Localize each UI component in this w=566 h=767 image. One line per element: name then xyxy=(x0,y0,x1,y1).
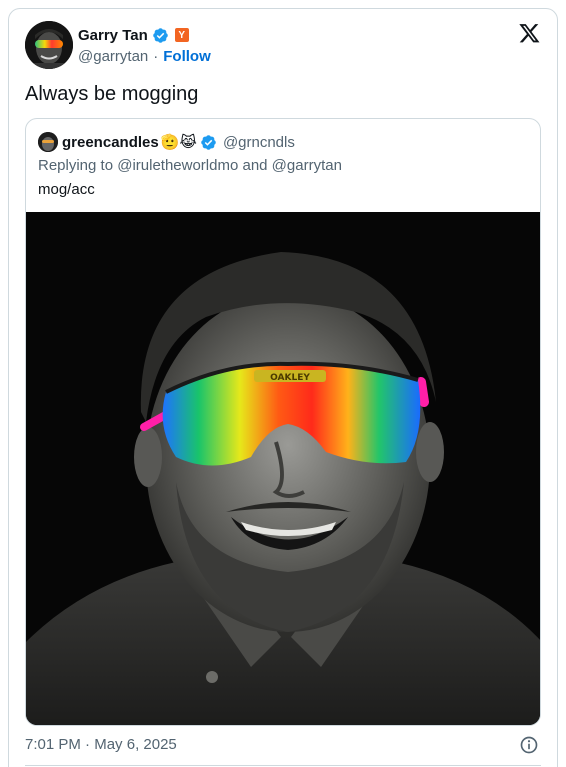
follow-button[interactable]: Follow xyxy=(163,48,211,65)
x-logo-icon[interactable] xyxy=(518,22,541,44)
author-handle[interactable]: @garrytan xyxy=(78,48,148,65)
time-separator: · xyxy=(85,736,91,753)
yc-badge: Y xyxy=(174,28,189,42)
handle-separator: · xyxy=(153,48,159,65)
quote-author-name[interactable]: greencandles xyxy=(62,134,159,151)
verified-badge-icon xyxy=(152,27,168,43)
quote-author-handle[interactable]: @grncndls xyxy=(223,134,295,151)
tweet-card[interactable]: Garry Tan Y @garrytan · Follow Always be… xyxy=(8,8,558,767)
tweet-time: 7:01 PM xyxy=(25,736,81,753)
quote-author-avatar[interactable] xyxy=(38,132,58,152)
quoted-tweet[interactable]: greencandles 🫡😹 @grncndls Replying to @i… xyxy=(25,118,541,726)
divider xyxy=(25,765,541,766)
quote-text: mog/acc xyxy=(38,181,95,198)
author-name[interactable]: Garry Tan xyxy=(78,27,148,44)
quote-media-image[interactable]: OAKLEY xyxy=(26,212,540,725)
tweet-text: Always be mogging xyxy=(25,83,199,105)
replying-to: Replying to @iruletheworldmo and @garryt… xyxy=(38,157,342,174)
author-avatar[interactable] xyxy=(25,21,73,69)
tweet-date: May 6, 2025 xyxy=(94,736,177,753)
glasses-logo-text: OAKLEY xyxy=(270,373,310,383)
tweet-timestamp[interactable]: 7:01 PM · May 6, 2025 xyxy=(25,736,177,753)
verified-badge-icon xyxy=(201,134,216,150)
quote-author-emojis: 🫡😹 xyxy=(160,134,197,151)
info-icon[interactable] xyxy=(519,735,539,755)
